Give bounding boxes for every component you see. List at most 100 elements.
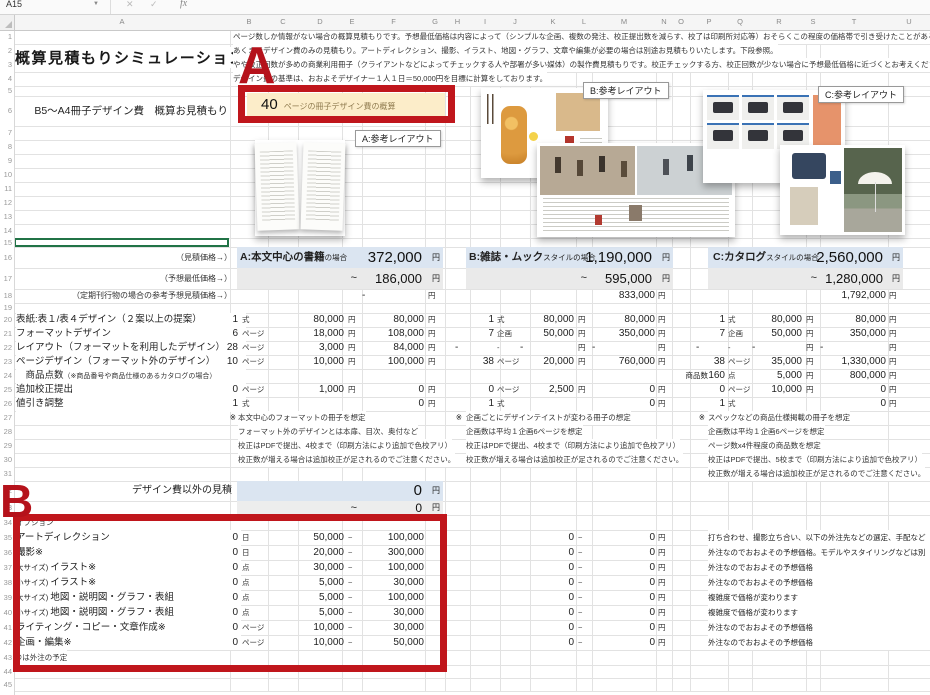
row-header-19[interactable]: 19 — [0, 303, 12, 313]
c-price-cell[interactable]: - — [752, 341, 802, 355]
a-qty-cell[interactable]: 6 — [200, 327, 238, 341]
b-qty-cell[interactable]: - — [455, 341, 494, 355]
b-price-cell[interactable]: 50,000 — [520, 327, 574, 341]
column-header-I[interactable]: I — [470, 14, 500, 30]
row-header-3[interactable]: 3 — [0, 58, 12, 72]
column-header-F[interactable]: F — [362, 14, 425, 30]
cancel-icon[interactable]: ✕ — [126, 0, 134, 10]
column-header-L[interactable]: L — [576, 14, 592, 30]
row-header-45[interactable]: 45 — [0, 678, 12, 691]
c-price-cell[interactable]: 50,000 — [752, 327, 802, 341]
c-price-cell[interactable]: 10,000 — [752, 383, 802, 397]
name-box-caret-icon[interactable]: ▼ — [93, 1, 99, 7]
row-header-35[interactable]: 35 — [0, 530, 12, 545]
detail-row[interactable]: ページデザイン（フォーマット外のデザイン） 10 ページ 10,000 円 10… — [14, 355, 930, 369]
a-price-cell[interactable]: 1,000 — [296, 383, 344, 397]
detail-row[interactable]: 商品点数（※商品番号や商品仕様のあるカタログの場合） 商品数 160 点 5,0… — [14, 369, 930, 383]
row-header-37[interactable]: 37 — [0, 560, 12, 575]
c-price-cell[interactable]: 80,000 — [752, 313, 802, 327]
row-header-7[interactable]: 7 — [0, 126, 12, 140]
row-header-15[interactable]: 15 — [0, 238, 12, 247]
a-qty-cell[interactable]: 1 — [200, 313, 238, 327]
column-header-P[interactable]: P — [690, 14, 728, 30]
row-header-29[interactable]: 29 — [0, 439, 12, 453]
row-header-11[interactable]: 11 — [0, 182, 12, 196]
b-qty-cell[interactable]: 1 — [455, 397, 494, 411]
column-header-B[interactable]: B — [230, 14, 268, 30]
row-header-8[interactable]: 8 — [0, 140, 12, 154]
detail-row[interactable]: 値引き調整 1 式 0 円 1 式 0 円 1 式 0 円 — [14, 397, 930, 411]
detail-row[interactable]: レイアウト（フォーマットを利用したデザイン） 28 ページ 3,000 円 84… — [14, 341, 930, 355]
row-header-17[interactable]: 17 — [0, 268, 12, 289]
selected-cell-a15[interactable] — [14, 238, 229, 247]
row-header-36[interactable]: 36 — [0, 545, 12, 560]
c-qty-cell[interactable]: 1 — [696, 313, 725, 327]
column-header-E[interactable]: E — [342, 14, 362, 30]
summary-b-periodical[interactable]: 833,000 — [592, 289, 655, 303]
b-qty-cell[interactable]: 0 — [455, 383, 494, 397]
row-header-14[interactable]: 14 — [0, 224, 12, 238]
column-header-O[interactable]: O — [672, 14, 690, 30]
summary-c-periodical[interactable]: 1,792,000 — [820, 289, 886, 303]
column-header-H[interactable]: H — [445, 14, 470, 30]
b-qty-cell[interactable]: 1 — [455, 313, 494, 327]
summary-c-estimate-cell[interactable]: C:カタログスタイルの場合 2,560,000 円 — [708, 247, 903, 268]
fx-icon[interactable]: fx — [180, 0, 187, 9]
c-qty-cell[interactable]: 1 — [696, 397, 725, 411]
c-qty-cell[interactable]: - — [696, 341, 725, 355]
c-qty-cell[interactable]: 38 — [696, 355, 725, 369]
detail-row[interactable]: 表紙:表１/表４デザイン（２案以上の提案） 1 式 80,000 円 80,00… — [14, 313, 930, 327]
column-header-S[interactable]: S — [806, 14, 820, 30]
row-header-13[interactable]: 13 — [0, 210, 12, 224]
detail-row[interactable]: フォーマットデザイン 6 ページ 18,000 円 108,000 円 7 企画… — [14, 327, 930, 341]
column-header-A[interactable]: A — [14, 14, 230, 30]
confirm-icon[interactable]: ✓ — [150, 0, 158, 10]
summary-c-min-cell[interactable]: ~ 1,280,000 円 — [708, 268, 903, 289]
row-header-28[interactable]: 28 — [0, 425, 12, 439]
column-headers[interactable]: ABCDEFGHIJKLMNOPQRSTU — [0, 14, 930, 31]
row-header-18[interactable]: 18 — [0, 289, 12, 303]
column-header-K[interactable]: K — [530, 14, 576, 30]
summary-b-min-cell[interactable]: ~ 595,000 円 — [466, 268, 673, 289]
b-price-cell[interactable]: 20,000 — [520, 355, 574, 369]
row-header-39[interactable]: 39 — [0, 590, 12, 605]
b-price-cell[interactable]: 80,000 — [520, 313, 574, 327]
b-price-cell[interactable]: - — [520, 341, 574, 355]
a-price-cell[interactable]: 3,000 — [296, 341, 344, 355]
a-qty-cell[interactable]: 0 — [200, 383, 238, 397]
c-price-cell[interactable]: 5,000 — [752, 369, 802, 383]
row-header-25[interactable]: 25 — [0, 383, 12, 397]
row-header-26[interactable]: 26 — [0, 397, 12, 411]
column-header-M[interactable]: M — [592, 14, 656, 30]
row-header-12[interactable]: 12 — [0, 196, 12, 210]
row-header-9[interactable]: 9 — [0, 154, 12, 168]
detail-row[interactable]: 追加校正提出 0 ページ 1,000 円 0 円 0 ページ 2,500 円 0… — [14, 383, 930, 397]
b-qty-cell[interactable]: 7 — [455, 327, 494, 341]
column-header-D[interactable]: D — [298, 14, 342, 30]
c-qty-cell[interactable]: 160 — [696, 369, 725, 383]
row-header-6[interactable]: 6 — [0, 96, 12, 126]
row-header-38[interactable]: 38 — [0, 575, 12, 590]
row-header-22[interactable]: 22 — [0, 341, 12, 355]
column-header-U[interactable]: U — [888, 14, 930, 30]
row-header-30[interactable]: 30 — [0, 453, 12, 467]
row-header-42[interactable]: 42 — [0, 635, 12, 650]
column-header-N[interactable]: N — [656, 14, 672, 30]
a-qty-cell[interactable]: 1 — [200, 397, 238, 411]
row-header-41[interactable]: 41 — [0, 620, 12, 635]
b-qty-cell[interactable]: 38 — [455, 355, 494, 369]
row-header-23[interactable]: 23 — [0, 355, 12, 369]
column-header-G[interactable]: G — [425, 14, 445, 30]
summary-b-estimate-cell[interactable]: B:雑誌・ムックスタイルの場合 1,190,000 円 — [466, 247, 673, 268]
c-price-cell[interactable]: 35,000 — [752, 355, 802, 369]
c-qty-cell[interactable]: 7 — [696, 327, 725, 341]
row-header-21[interactable]: 21 — [0, 327, 12, 341]
column-header-T[interactable]: T — [820, 14, 888, 30]
select-all-corner[interactable] — [0, 14, 15, 31]
a-price-cell[interactable]: 18,000 — [296, 327, 344, 341]
summary-a-min-cell[interactable]: ~ 186,000 円 — [237, 268, 443, 289]
summary-a-estimate-cell[interactable]: A:本文中心の書籍の場合 372,000 円 — [237, 247, 443, 268]
other-estimate-min-cell[interactable]: ~ 0 円 — [237, 501, 443, 515]
row-header-4[interactable]: 4 — [0, 72, 12, 86]
row-header-1[interactable]: 1 — [0, 30, 12, 44]
